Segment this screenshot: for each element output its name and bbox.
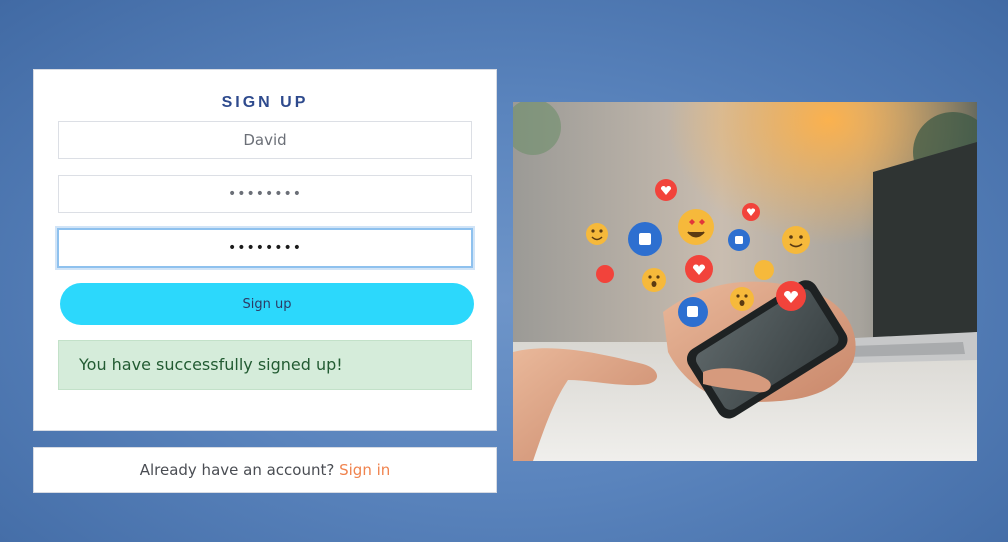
sign-up-button[interactable]: Sign up — [60, 283, 474, 325]
username-field[interactable] — [58, 121, 472, 159]
success-alert: You have successfully signed up! — [58, 340, 472, 390]
signin-card: Already have an account? Sign in — [33, 447, 497, 493]
confirm-password-field[interactable] — [57, 228, 473, 268]
signup-title: SIGN UP — [221, 94, 309, 111]
sign-in-link[interactable]: Sign in — [339, 461, 390, 479]
password-field[interactable] — [58, 175, 472, 213]
signup-card: SIGN UP Sign up You have successfully si… — [33, 69, 497, 431]
signin-prompt: Already have an account? — [139, 461, 335, 479]
hero-image — [513, 102, 977, 461]
